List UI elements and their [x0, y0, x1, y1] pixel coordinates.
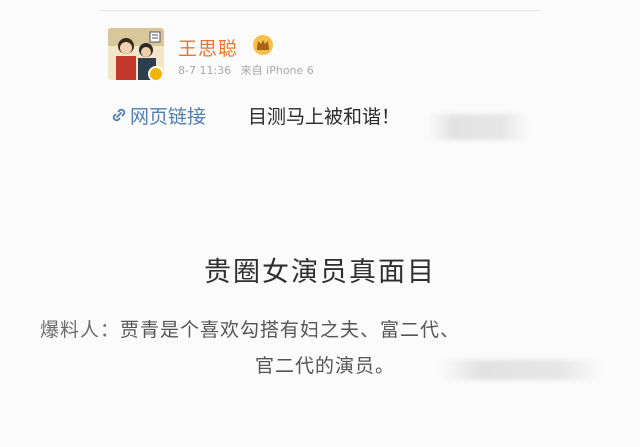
article-title: 贵圈女演员真面目	[204, 257, 436, 288]
verified-badge-icon	[148, 66, 164, 82]
link-icon	[112, 108, 126, 122]
redacted-watermark	[428, 114, 528, 140]
post-text: 目测马上被和谐！	[248, 106, 401, 128]
redacted-watermark-bottom	[440, 360, 600, 380]
weibo-screenshot: 王思聪 8-7 11:36 来自 iPhone 6 网页链接 目测马上被和谐！ …	[0, 0, 640, 447]
reveal-line-1: 爆料人：贾青是个喜欢勾搭有妇之夫、富二代、	[40, 312, 600, 348]
post-timestamp: 8-7 11:36	[178, 64, 232, 77]
reveal-label: 爆料人：	[40, 319, 121, 341]
web-link[interactable]: 网页链接	[130, 102, 206, 129]
post-source[interactable]: 来自 iPhone 6	[241, 64, 314, 77]
post-meta: 8-7 11:36 来自 iPhone 6	[178, 62, 314, 78]
post-header: 王思聪 8-7 11:36 来自 iPhone 6	[108, 28, 528, 88]
top-divider	[100, 10, 540, 11]
reveal-text-1: 贾青是个喜欢勾搭有妇之夫、富二代、	[120, 319, 461, 341]
username[interactable]: 王思聪	[178, 34, 238, 61]
vip-crown-icon	[253, 35, 273, 55]
